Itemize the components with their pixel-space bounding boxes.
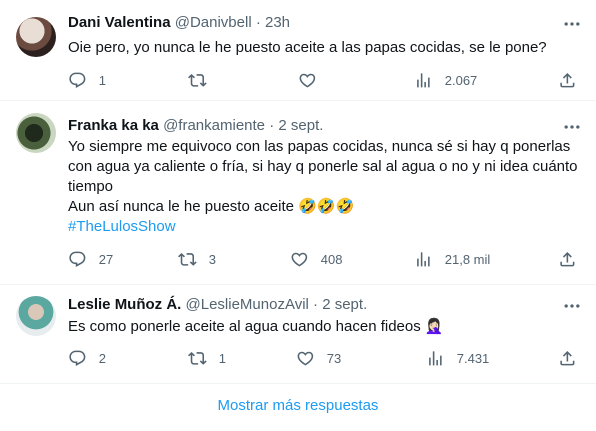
hashtag-link[interactable]: #TheLulosShow	[68, 218, 176, 235]
tweet-time[interactable]: 2 sept.	[322, 296, 367, 313]
divider	[0, 383, 596, 384]
retweet-icon	[188, 73, 207, 87]
share-button[interactable]	[558, 70, 577, 90]
separator: ·	[313, 296, 319, 313]
retweet-button[interactable]	[188, 70, 219, 90]
reply-count: 1	[98, 72, 106, 88]
more-icon[interactable]	[562, 117, 582, 137]
reply-count: 27	[98, 251, 114, 267]
tweet-text: Es como ponerle aceite al agua cuando ha…	[68, 317, 578, 337]
more-icon[interactable]	[562, 296, 582, 316]
reply-button[interactable]: 1	[68, 70, 106, 90]
tweet-header: Franka ka ka @frankamiente · 2 sept.	[68, 117, 323, 134]
retweet-icon	[178, 252, 197, 266]
text-line: Oie pero, yo nunca le he puesto aceite a…	[68, 39, 547, 56]
share-icon	[560, 251, 575, 267]
like-button[interactable]: 73	[296, 348, 341, 368]
tweet-3[interactable]: Leslie Muñoz Á. @LeslieMunozAvil · 2 sep…	[0, 285, 596, 383]
reply-icon	[69, 251, 86, 267]
tweet-actions: 2 1 73 7.431	[0, 348, 596, 368]
reply-count: 2	[98, 350, 106, 366]
show-more-replies-link[interactable]: Mostrar más respuestas	[0, 391, 596, 421]
author-name[interactable]: Leslie Muñoz Á.	[68, 296, 181, 313]
views-count: 7.431	[456, 350, 490, 366]
text-line: Aun así nunca le he puesto aceite 🤣🤣🤣	[68, 198, 355, 215]
share-button[interactable]	[558, 249, 577, 269]
text-line: con agua ya caliente o fría, si hay q po…	[68, 158, 578, 175]
like-icon	[291, 252, 308, 267]
retweet-count: 3	[208, 251, 216, 267]
retweet-button[interactable]: 3	[178, 249, 216, 269]
author-handle[interactable]: @Danivbell	[175, 14, 252, 31]
tweet-actions: 1 2.067	[0, 70, 596, 90]
more-icon[interactable]	[562, 14, 582, 34]
author-handle[interactable]: @frankamiente	[163, 117, 265, 134]
avatar[interactable]	[16, 296, 56, 336]
retweet-icon	[188, 351, 207, 365]
views-icon	[429, 350, 442, 366]
tweet-time[interactable]: 23h	[265, 14, 290, 31]
views-count: 2.067	[444, 72, 478, 88]
views-count: 21,8 mil	[444, 251, 491, 267]
views-button[interactable]: 2.067	[414, 70, 477, 90]
reply-button[interactable]: 27	[68, 249, 113, 269]
tweet-header: Dani Valentina @Danivbell · 23h	[68, 14, 290, 31]
text-line: tiempo	[68, 178, 114, 195]
share-icon	[560, 350, 575, 366]
tweet-text: Oie pero, yo nunca le he puesto aceite a…	[68, 38, 578, 58]
views-button[interactable]: 7.431	[426, 348, 489, 368]
reply-button[interactable]: 2	[68, 348, 106, 368]
like-button[interactable]	[298, 70, 329, 90]
text-line: Yo siempre me equivoco con las papas coc…	[68, 138, 571, 155]
tweet-header: Leslie Muñoz Á. @LeslieMunozAvil · 2 sep…	[68, 296, 367, 313]
tweet-actions: 27 3 408 21,8 mil	[0, 249, 596, 269]
author-name[interactable]: Franka ka ka	[68, 117, 159, 134]
separator: ·	[255, 14, 261, 31]
share-button[interactable]	[558, 348, 577, 368]
like-button[interactable]: 408	[290, 249, 342, 269]
views-button[interactable]: 21,8 mil	[414, 249, 490, 269]
like-count: 73	[326, 350, 342, 366]
like-icon	[299, 73, 316, 88]
tweet-time[interactable]: 2 sept.	[278, 117, 323, 134]
text-line: Es como ponerle aceite al agua cuando ha…	[68, 318, 444, 335]
views-icon	[417, 72, 430, 88]
retweet-button[interactable]: 1	[188, 348, 226, 368]
reply-icon	[69, 72, 86, 88]
tweet-2[interactable]: Franka ka ka @frankamiente · 2 sept. Yo …	[0, 101, 596, 284]
author-handle[interactable]: @LeslieMunozAvil	[186, 296, 309, 313]
like-icon	[297, 351, 314, 366]
author-name[interactable]: Dani Valentina	[68, 14, 171, 31]
tweet-1[interactable]: Dani Valentina @Danivbell · 23h Oie pero…	[0, 0, 596, 98]
avatar[interactable]	[16, 113, 56, 153]
views-icon	[417, 251, 430, 267]
reply-icon	[69, 350, 86, 366]
like-count: 408	[320, 251, 343, 267]
retweet-count: 1	[218, 350, 226, 366]
tweet-text: Yo siempre me equivoco con las papas coc…	[68, 137, 578, 237]
separator: ·	[269, 117, 275, 134]
avatar[interactable]	[16, 17, 56, 57]
share-icon	[560, 72, 575, 88]
